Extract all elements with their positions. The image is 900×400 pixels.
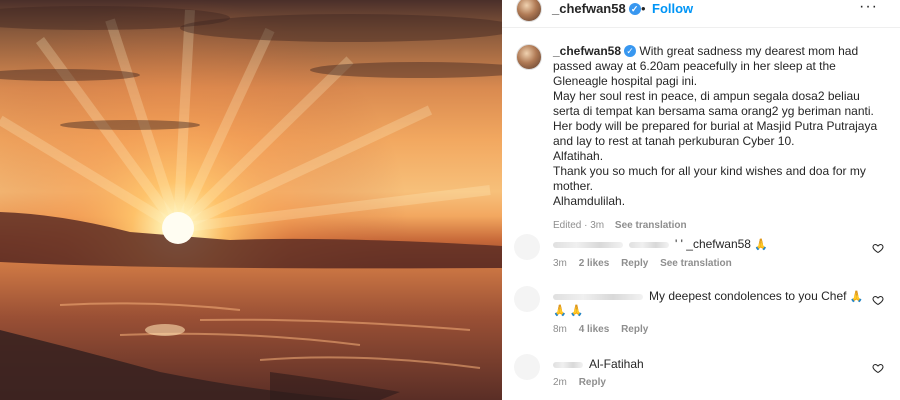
blurred-username (553, 241, 623, 248)
comment-prefix: ' ' (675, 237, 683, 251)
avatar[interactable] (516, 0, 542, 22)
post-author-username[interactable]: _chefwan58 ✓ (552, 1, 641, 16)
reply-button[interactable]: Reply (621, 324, 648, 335)
caption-avatar[interactable] (516, 44, 542, 70)
edited-timestamp: Edited · 3m (553, 220, 605, 231)
caption-meta: Edited · 3m See translation (553, 218, 883, 233)
blurred-username (553, 361, 583, 368)
verified-badge-icon: ✓ (628, 3, 641, 15)
comment-meta: 2m Reply (553, 377, 615, 388)
heart-icon[interactable] (872, 362, 884, 374)
caption-line-6: Alhamdulilah. (553, 194, 626, 208)
heart-icon[interactable] (872, 242, 884, 254)
comment-time: 2m (553, 377, 567, 388)
commenter-avatar[interactable] (514, 286, 540, 312)
commenter-avatar[interactable] (514, 354, 540, 380)
follow-button[interactable]: Follow (652, 1, 693, 16)
separator-dot: • (641, 1, 646, 16)
comment-time: 3m (553, 258, 567, 269)
comment-likes[interactable]: 2 likes (579, 258, 610, 269)
comment-text: Al-Fatihah (553, 357, 644, 371)
post-details-panel: _chefwan58 ✓ • Follow ··· _chefwan58 ✓ Wit… (502, 0, 900, 400)
caption-line-3: Her body will be prepared for burial at … (553, 119, 878, 148)
heart-icon[interactable] (872, 294, 884, 306)
see-translation-link[interactable]: See translation (615, 220, 687, 231)
post-photo-sunset (0, 0, 502, 400)
pray-emoji: 🙏 (849, 291, 864, 303)
caption-line-1: _chefwan58 ✓ With great sadness my deares… (553, 44, 883, 89)
verified-badge-icon: ✓ (624, 45, 637, 57)
comment-text: My deepest condolences to you Chef 🙏 (553, 289, 864, 303)
caption-body: _chefwan58 ✓ With great sadness my deares… (553, 44, 883, 233)
see-translation-link[interactable]: See translation (660, 258, 732, 269)
username-text[interactable]: _chefwan58 (552, 1, 626, 16)
commenter-avatar[interactable] (514, 234, 540, 260)
caption-username[interactable]: _chefwan58 (553, 44, 621, 58)
comment-likes[interactable]: 4 likes (579, 324, 610, 335)
comment-body: My deepest condolences to you Chef (649, 289, 847, 303)
comment-emoji-line: 🙏 🙏 (553, 305, 584, 317)
reply-button[interactable]: Reply (579, 377, 606, 388)
sunset-image (0, 0, 502, 400)
comment-text: ' ' _chefwan58 🙏 (553, 237, 768, 251)
comment-meta: 8m 4 likes Reply (553, 324, 657, 335)
caption-line-5: Thank you so much for all your kind wish… (553, 164, 866, 193)
comment-body: Al-Fatihah (589, 357, 644, 371)
post-header: _chefwan58 ✓ • Follow ··· (502, 0, 900, 28)
pray-emoji: 🙏 (754, 239, 769, 251)
more-options-icon[interactable]: ··· (859, 0, 878, 16)
blurred-username (553, 293, 643, 300)
reply-button[interactable]: Reply (621, 258, 648, 269)
caption-line-2: May her soul rest in peace, di ampun seg… (553, 89, 874, 118)
caption-line-4: Alfatihah. (553, 149, 604, 163)
comment-meta: 3m 2 likes Reply See translation (553, 258, 741, 269)
comment-time: 8m (553, 324, 567, 335)
mention-link[interactable]: _chefwan58 (686, 237, 751, 251)
blurred-text (629, 241, 669, 248)
